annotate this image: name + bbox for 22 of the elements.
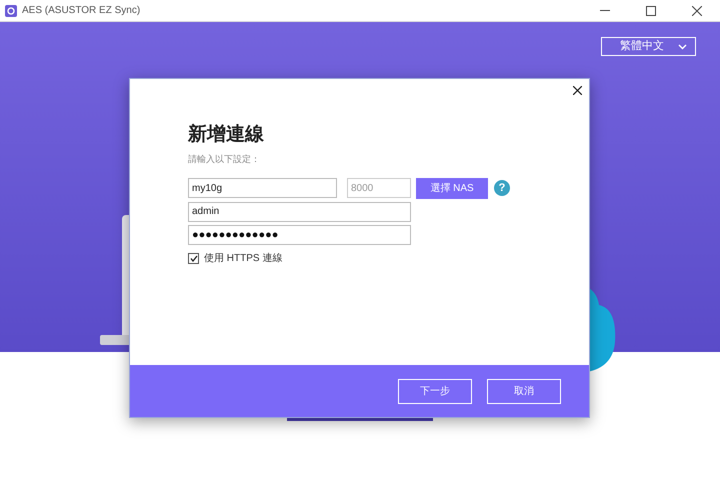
language-dropdown[interactable]: 繁體中文: [601, 37, 696, 56]
app-logo-icon: [5, 4, 17, 16]
window-title: AES (ASUSTOR EZ Sync): [22, 4, 140, 18]
port-field[interactable]: 8000: [347, 178, 411, 198]
username-field[interactable]: admin: [188, 202, 411, 222]
select-nas-button[interactable]: 選擇 NAS: [416, 178, 488, 198]
dialog-close-button[interactable]: [571, 84, 583, 96]
close-icon: [692, 6, 702, 16]
next-button[interactable]: 下一步: [398, 378, 472, 404]
dialog-subtitle: 請輸入以下設定：: [188, 153, 261, 166]
password-field[interactable]: ●●●●●●●●●●●●●: [188, 224, 411, 244]
help-button[interactable]: ?: [494, 180, 510, 196]
https-checkbox[interactable]: [188, 252, 199, 264]
maximize-icon: [646, 6, 656, 16]
host-field[interactable]: my10g: [188, 178, 337, 198]
checkmark-icon: [190, 254, 198, 262]
minimize-icon: [600, 10, 610, 11]
https-label: 使用 HTTPS 連線: [204, 252, 282, 266]
dialog-title: 新增連線: [188, 123, 265, 147]
close-icon: [572, 86, 582, 94]
chevron-down-icon: [678, 44, 687, 50]
cancel-button[interactable]: 取消: [487, 378, 561, 404]
